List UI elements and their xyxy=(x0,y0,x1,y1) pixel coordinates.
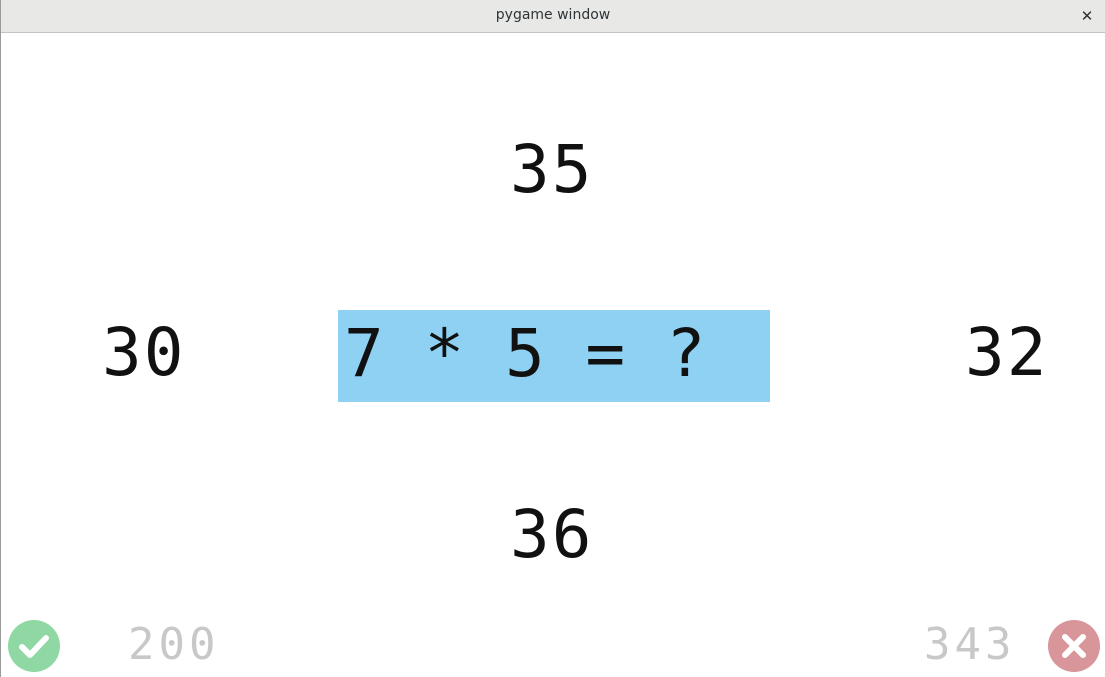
question-box: 7 * 5 = ? xyxy=(338,310,770,402)
cross-icon xyxy=(1048,620,1100,672)
answer-option-top[interactable]: 35 xyxy=(510,137,593,203)
title-bar: pygame window ✕ xyxy=(1,0,1105,33)
correct-score: 200 xyxy=(128,619,220,670)
wrong-score: 343 xyxy=(924,619,1016,670)
window-title: pygame window xyxy=(495,7,611,23)
answer-option-bottom[interactable]: 36 xyxy=(510,502,593,568)
close-button[interactable]: ✕ xyxy=(1075,5,1099,27)
pygame-window: pygame window ✕ 35 30 32 36 7 * 5 = ? 20… xyxy=(0,0,1105,677)
game-canvas[interactable]: 35 30 32 36 7 * 5 = ? 200 343 xyxy=(1,33,1105,677)
answer-option-left[interactable]: 30 xyxy=(102,320,185,386)
cross-icon-glyph xyxy=(1062,634,1086,658)
question-text: 7 * 5 = ? xyxy=(344,315,707,392)
check-icon-glyph xyxy=(19,635,49,658)
answer-option-right[interactable]: 32 xyxy=(965,320,1048,386)
check-icon xyxy=(8,620,60,672)
